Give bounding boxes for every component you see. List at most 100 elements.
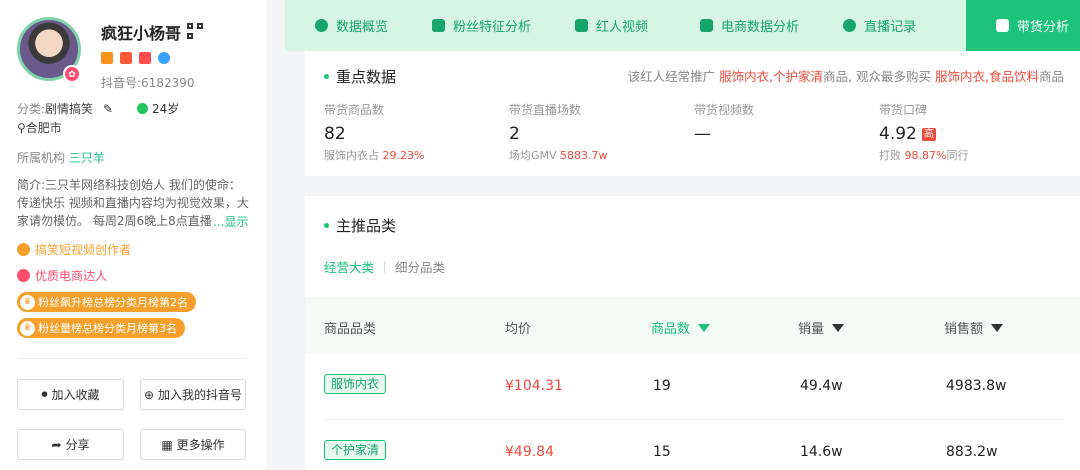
org-link[interactable]: 三只羊 xyxy=(69,151,105,165)
age-value: 24岁 xyxy=(152,102,180,116)
edit-icon[interactable]: ✎ xyxy=(103,102,113,116)
avg-price-cell: ¥49.84 xyxy=(505,444,554,460)
column-header-sales[interactable]: 销量 xyxy=(798,318,845,337)
tab-sales-analysis[interactable]: 带货分析 xyxy=(966,0,1080,51)
kpi-value: — xyxy=(694,124,711,144)
tab-live[interactable]: 直播记录 xyxy=(799,0,916,51)
sidebar-divider xyxy=(17,358,246,359)
shop-small-icon xyxy=(101,52,113,64)
promo-middle: 商品, 观众最多购买 xyxy=(823,69,932,84)
profile-nickname: 疯狂小杨哥 xyxy=(101,24,182,43)
kpi-value: 82 xyxy=(324,124,346,144)
kpi-sub-value: 29.23% xyxy=(382,149,425,162)
bio-more-link[interactable]: ...显示 xyxy=(213,213,248,230)
tag-ecommerce-label: 优质电商达人 xyxy=(35,269,108,283)
location-row: ⚲合肥市 xyxy=(17,119,62,136)
promo-summary: 该红人经常推广 服饰内衣,个护家清商品, 观众最多购买 服饰内衣,食品饮料商品 xyxy=(628,66,1064,85)
platform-icons xyxy=(101,52,170,64)
tab-live-label: 直播记录 xyxy=(864,20,917,35)
share-button-label: 分享 xyxy=(65,438,90,452)
kpi-value: 4.92 xyxy=(879,124,917,144)
live-small-icon xyxy=(120,52,132,64)
category-row: 分类:剧情搞笑 ✎ xyxy=(17,100,113,117)
kpi-badge: 高 xyxy=(921,127,936,141)
key-data-title-text: 重点数据 xyxy=(336,68,397,86)
top-tabs: 数据概览 粉丝特征分析 红人视频 电商数据分析 直播记录 带货分析 xyxy=(285,0,1080,51)
tab-videos-label: 红人视频 xyxy=(596,20,649,35)
pie-icon xyxy=(315,19,328,32)
count-cell: 15 xyxy=(653,444,671,460)
add-account-button[interactable]: ⊕ 加入我的抖音号 xyxy=(140,379,246,410)
tab-ecommerce[interactable]: 电商数据分析 xyxy=(648,0,799,51)
sort-desc-icon xyxy=(698,323,711,332)
kpi-label: 带货直播场数 xyxy=(509,103,582,117)
org-row: 所属机构 三只羊 xyxy=(17,149,105,166)
kpi-sub-prefix: 场均GMV xyxy=(509,149,557,162)
column-label: 均价 xyxy=(505,322,532,337)
rank-badge-1-label: 粉丝飙升榜总榜分类月榜第2名 xyxy=(38,296,188,309)
more-actions-button-label: 更多操作 xyxy=(176,438,225,452)
video-icon xyxy=(575,19,589,32)
tab-overview-label: 数据概览 xyxy=(336,20,389,35)
org-label: 所属机构 xyxy=(17,151,66,165)
promo-suffix: 商品 xyxy=(1038,69,1064,84)
sales-cell: 49.4w xyxy=(800,378,843,394)
column-label: 销售额 xyxy=(944,322,984,337)
promo-highlight-1: 服饰内衣,个护家清 xyxy=(719,69,824,84)
tag-creator: 搞笑短视频创作者 xyxy=(17,241,131,258)
category-tag: 服饰内衣 xyxy=(324,374,387,394)
subtab-sub-category[interactable]: 细分品类 xyxy=(395,257,445,276)
share-button[interactable]: ➦ 分享 xyxy=(17,429,124,460)
location-value: 合肥市 xyxy=(25,121,62,135)
tag-creator-label: 搞笑短视频创作者 xyxy=(35,243,132,257)
sort-desc-icon xyxy=(991,323,1004,332)
more-actions-button[interactable]: ▦ 更多操作 xyxy=(140,429,246,460)
favorite-button[interactable]: ⏺ 加入收藏 xyxy=(17,379,124,410)
subtab-main-category[interactable]: 经营大类 xyxy=(324,257,374,276)
kpi-sub-prefix: 服饰内衣占 xyxy=(324,149,379,162)
category-value: 剧情搞笑 xyxy=(45,102,94,116)
category-tag: 个护家清 xyxy=(324,440,387,460)
age-info: 24岁 xyxy=(137,100,179,117)
crown-icon: ♛ xyxy=(20,294,35,310)
kpi-products: 带货商品数 82 服饰内衣占 29.23% xyxy=(324,101,424,163)
column-header-avg-price: 均价 xyxy=(505,318,531,337)
avatar-container: ✿ xyxy=(17,17,81,83)
qr-code-icon[interactable] xyxy=(187,23,203,39)
kpi-label: 带货视频数 xyxy=(694,103,755,117)
main-category-title-text: 主推品类 xyxy=(336,217,397,235)
count-cell: 19 xyxy=(653,378,671,394)
favorite-icon: ⏺ xyxy=(41,387,48,401)
plus-circle-icon: ⊕ xyxy=(143,387,155,402)
key-data-title: 重点数据 xyxy=(324,66,396,87)
column-header-category: 商品品类 xyxy=(324,318,376,337)
kpi-label: 带货口碑 xyxy=(879,103,928,117)
grid-icon: ▦ xyxy=(161,437,173,452)
location-pin-icon: ⚲ xyxy=(17,121,26,135)
column-label: 商品数 xyxy=(651,322,691,337)
tab-fans[interactable]: 粉丝特征分析 xyxy=(388,0,531,51)
rank-badge-2-label: 粉丝量榜总榜分类月榜第3名 xyxy=(38,322,177,335)
tab-sales-analysis-label: 带货分析 xyxy=(1017,20,1070,35)
share-icon: ➦ xyxy=(51,437,62,452)
kpi-sub-prefix: 打败 xyxy=(879,149,901,162)
user-card-icon xyxy=(432,19,446,32)
column-header-count[interactable]: 商品数 xyxy=(651,318,711,337)
tab-ecommerce-label: 电商数据分析 xyxy=(721,20,800,35)
kpi-label: 带货商品数 xyxy=(324,103,385,117)
tag-ecommerce: 优质电商达人 xyxy=(17,267,107,284)
rank-badge-2: ♛ 粉丝量榜总榜分类月榜第3名 xyxy=(17,318,185,338)
tab-videos[interactable]: 红人视频 xyxy=(531,0,648,51)
bag-icon xyxy=(700,19,714,32)
check-icon xyxy=(17,243,30,256)
kpi-sub-value: 98.87% xyxy=(904,149,947,162)
column-header-revenue[interactable]: 销售额 xyxy=(944,318,1004,337)
revenue-cell: 4983.8w xyxy=(946,378,1007,394)
tab-overview[interactable]: 数据概览 xyxy=(285,0,388,51)
flower-icon xyxy=(17,269,30,282)
sales-cell: 14.6w xyxy=(800,444,843,460)
promo-highlight-2: 服饰内衣,食品饮料 xyxy=(935,69,1039,84)
add-account-button-label: 加入我的抖音号 xyxy=(158,388,243,402)
column-label: 销量 xyxy=(798,322,825,337)
bullet-icon xyxy=(324,74,329,79)
